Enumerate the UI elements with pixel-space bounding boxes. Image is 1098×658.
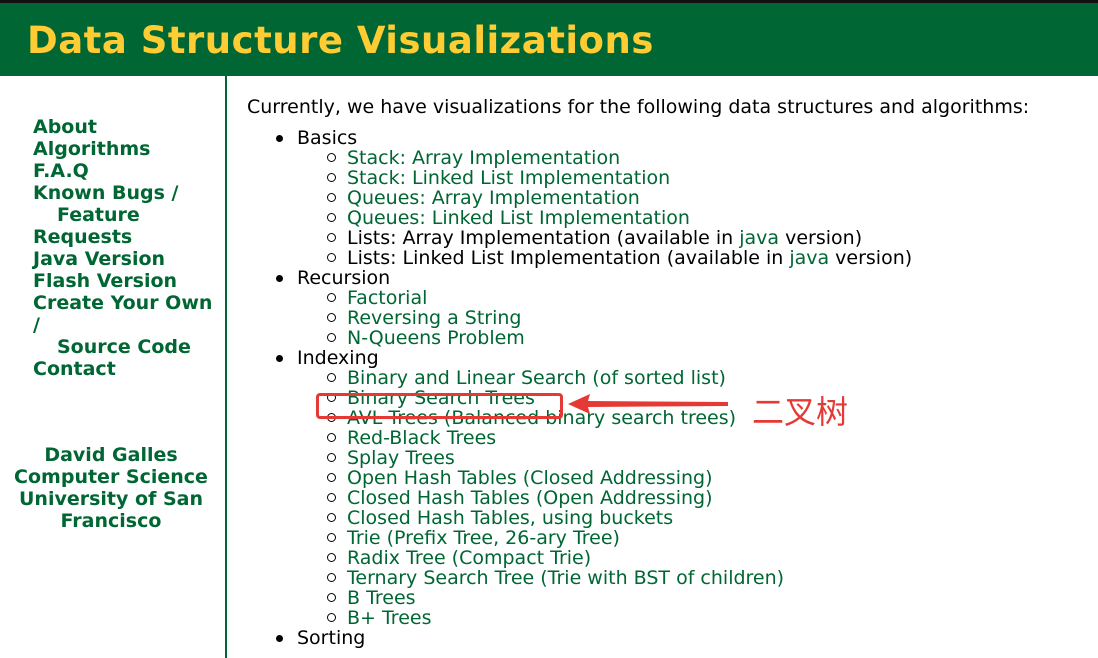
nav-source-code-line3: Source Code <box>57 336 191 358</box>
annotation-label: 二叉树 <box>752 393 849 431</box>
category-title: Basics <box>297 127 358 149</box>
list-item: Trie (Prefix Tree, 26-ary Tree) <box>327 527 1087 549</box>
list-array-text: Lists: Array Implementation (available i… <box>347 227 740 249</box>
trie-link[interactable]: Trie (Prefix Tree, 26-ary Tree) <box>347 527 620 549</box>
nav-java-version-link[interactable]: Java Version <box>33 248 218 270</box>
stack-array-link[interactable]: Stack: Array Implementation <box>347 147 620 169</box>
list-item: Open Hash Tables (Closed Addressing) <box>327 467 1087 489</box>
category-title: Sorting <box>297 627 366 649</box>
arrow-icon <box>568 394 728 414</box>
stack-linked-list-link[interactable]: Stack: Linked List Implementation <box>347 167 670 189</box>
category-basics: Basics Stack: Array Implementation Stack… <box>276 127 1087 268</box>
nav-source-code-line2: / <box>33 314 40 336</box>
category-list: Basics Stack: Array Implementation Stack… <box>247 128 1087 648</box>
author-univ-line1: University of San <box>19 488 203 510</box>
nav-contact-link[interactable]: Contact <box>33 358 218 380</box>
list-item: Binary and Linear Search (of sorted list… <box>327 367 1087 389</box>
list-linked-text-end: version) <box>829 247 913 269</box>
reverse-string-link[interactable]: Reversing a String <box>347 307 522 329</box>
category-indexing: Indexing Binary and Linear Search (of so… <box>276 347 1087 629</box>
list-item: Queues: Array Implementation <box>327 187 1087 209</box>
basics-list: Stack: Array Implementation Stack: Linke… <box>297 148 1087 268</box>
nav-algorithms-link[interactable]: Algorithms <box>33 138 218 160</box>
list-item: Radix Tree (Compact Trie) <box>327 547 1087 569</box>
nav-flash-version-link[interactable]: Flash Version <box>33 270 218 292</box>
author-univ-line2: Francisco <box>60 510 162 532</box>
list-linked-text: Lists: Linked List Implementation (avail… <box>347 247 790 269</box>
closed-hash-buckets-link[interactable]: Closed Hash Tables, using buckets <box>347 507 673 529</box>
intro-text: Currently, we have visualizations for th… <box>247 96 1030 118</box>
author-name: David Galles <box>44 444 178 466</box>
category-title: Recursion <box>297 267 391 289</box>
site-header: Data Structure Visualizations <box>0 3 1098 76</box>
nav-known-bugs-line1: Known Bugs / <box>33 182 179 204</box>
list-item: Lists: Array Implementation (available i… <box>327 227 1087 249</box>
list-linked-java-link[interactable]: java <box>789 247 829 269</box>
b-trees-link[interactable]: B Trees <box>347 587 416 609</box>
nav-known-bugs-line2: Feature <box>57 204 140 226</box>
site-title: Data Structure Visualizations <box>27 19 654 62</box>
red-black-trees-link[interactable]: Red-Black Trees <box>347 427 496 449</box>
list-item: Red-Black Trees <box>327 427 1087 449</box>
category-sorting: Sorting <box>276 627 1087 649</box>
binary-linear-search-link[interactable]: Binary and Linear Search (of sorted list… <box>347 367 726 389</box>
list-item: Closed Hash Tables (Open Addressing) <box>327 487 1087 509</box>
list-array-java-link[interactable]: java <box>739 227 779 249</box>
nav-source-code-link[interactable]: Create Your Own / Source Code <box>33 292 218 358</box>
nav-source-code-line1: Create Your Own <box>33 292 213 314</box>
list-array-text-end: version) <box>779 227 863 249</box>
highlight-box <box>316 393 563 419</box>
b-plus-trees-link[interactable]: B+ Trees <box>347 607 431 629</box>
ternary-search-tree-link[interactable]: Ternary Search Tree (Trie with BST of ch… <box>347 567 784 589</box>
nav-known-bugs-line3: Requests <box>33 226 133 248</box>
list-item: Stack: Array Implementation <box>327 147 1087 169</box>
author-dept: Computer Science <box>14 466 208 488</box>
list-item: Ternary Search Tree (Trie with BST of ch… <box>327 567 1087 589</box>
radix-tree-link[interactable]: Radix Tree (Compact Trie) <box>347 547 591 569</box>
sidebar-nav: About Algorithms F.A.Q Known Bugs / Feat… <box>33 116 218 380</box>
queue-linked-list-link[interactable]: Queues: Linked List Implementation <box>347 207 690 229</box>
author-info: David Galles Computer Science University… <box>0 444 222 532</box>
list-item: Queues: Linked List Implementation <box>327 207 1087 229</box>
nav-faq-link[interactable]: F.A.Q <box>33 160 218 182</box>
list-item: Reversing a String <box>327 307 1087 329</box>
nav-about-link[interactable]: About <box>33 116 218 138</box>
list-item: Factorial <box>327 287 1087 309</box>
list-item: B Trees <box>327 587 1087 609</box>
list-item: Lists: Linked List Implementation (avail… <box>327 247 1087 269</box>
splay-trees-link[interactable]: Splay Trees <box>347 447 455 469</box>
main-content: Currently, we have visualizations for th… <box>247 90 1087 658</box>
n-queens-link[interactable]: N-Queens Problem <box>347 327 525 349</box>
factorial-link[interactable]: Factorial <box>347 287 427 309</box>
open-hash-link[interactable]: Open Hash Tables (Closed Addressing) <box>347 467 713 489</box>
list-item: Stack: Linked List Implementation <box>327 167 1087 189</box>
category-title: Indexing <box>297 347 379 369</box>
list-item: B+ Trees <box>327 607 1087 629</box>
sidebar: About Algorithms F.A.Q Known Bugs / Feat… <box>0 76 227 658</box>
queue-array-link[interactable]: Queues: Array Implementation <box>347 187 640 209</box>
list-item: N-Queens Problem <box>327 327 1087 349</box>
list-item: Splay Trees <box>327 447 1087 469</box>
list-item: Closed Hash Tables, using buckets <box>327 507 1087 529</box>
nav-known-bugs-link[interactable]: Known Bugs / Feature Requests <box>33 182 218 248</box>
closed-hash-link[interactable]: Closed Hash Tables (Open Addressing) <box>347 487 713 509</box>
category-recursion: Recursion Factorial Reversing a String N… <box>276 267 1087 348</box>
recursion-list: Factorial Reversing a String N-Queens Pr… <box>297 288 1087 348</box>
